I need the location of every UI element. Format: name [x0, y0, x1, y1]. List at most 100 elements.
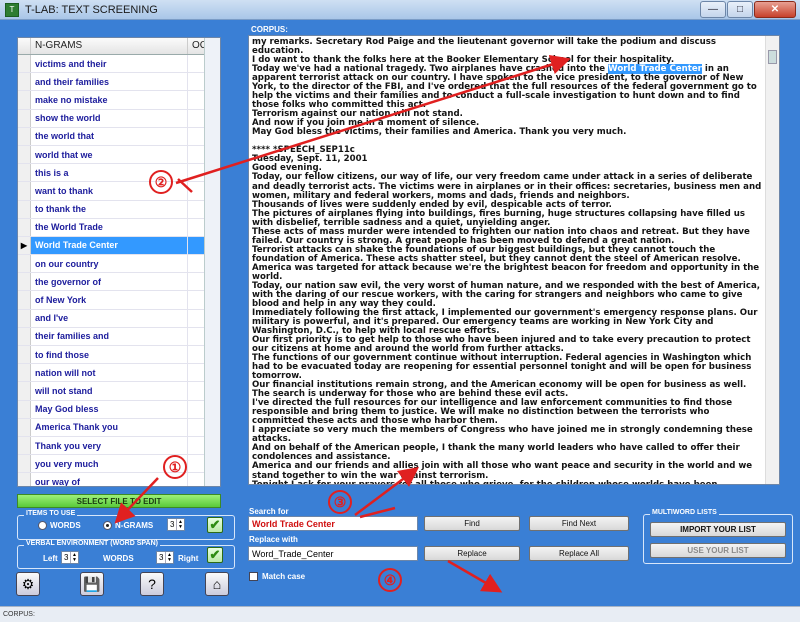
- right-span-spinner[interactable]: 3 ▲ ▼: [156, 551, 174, 564]
- grid-scrollbar[interactable]: [204, 38, 220, 486]
- close-icon[interactable]: ✕: [754, 1, 796, 18]
- ngram-cell[interactable]: make no mistake: [31, 91, 188, 109]
- save-disk-icon[interactable]: 💾: [80, 572, 104, 596]
- table-row[interactable]: the World Trade5: [18, 218, 220, 237]
- table-row[interactable]: of New York6: [18, 291, 220, 310]
- table-row[interactable]: and their families4: [18, 73, 220, 92]
- replace-all-button[interactable]: Replace All: [529, 546, 629, 561]
- table-row[interactable]: America Thank you6: [18, 418, 220, 437]
- help-icon[interactable]: ?: [140, 572, 164, 596]
- ngram-cell[interactable]: and I've: [31, 309, 188, 327]
- ngram-cell[interactable]: to thank the: [31, 200, 188, 218]
- replace-button[interactable]: Replace: [424, 546, 520, 561]
- table-row[interactable]: on our country3: [18, 255, 220, 274]
- apply-items-check-icon[interactable]: ✔: [207, 517, 223, 533]
- ngrams-grid[interactable]: N-GRAMS OCC victims and their3and their …: [17, 37, 221, 487]
- ngram-size-spinner[interactable]: 3 ▲ ▼: [167, 518, 185, 531]
- table-row[interactable]: world that we3: [18, 145, 220, 165]
- spinner-arrows-icon[interactable]: ▲ ▼: [176, 519, 184, 530]
- row-header[interactable]: [18, 164, 31, 182]
- row-header[interactable]: [18, 382, 31, 400]
- row-header[interactable]: [18, 291, 31, 309]
- apply-span-check-icon[interactable]: ✔: [207, 547, 223, 563]
- row-header[interactable]: [18, 109, 31, 127]
- ngram-cell[interactable]: on our country: [31, 255, 188, 273]
- row-header[interactable]: [18, 73, 31, 91]
- table-row[interactable]: want to thank38: [18, 182, 220, 201]
- replace-input[interactable]: Word_Trade_Center: [248, 546, 418, 561]
- corpus-textbox[interactable]: my remarks. Secretary Rod Paige and the …: [248, 35, 780, 485]
- corpus-text[interactable]: my remarks. Secretary Rod Paige and the …: [252, 37, 762, 484]
- table-row[interactable]: and I've3: [18, 309, 220, 328]
- ngram-cell[interactable]: of New York: [31, 291, 188, 309]
- ngram-cell[interactable]: America Thank you: [31, 418, 188, 436]
- table-row[interactable]: victims and their3: [18, 55, 220, 74]
- maximize-icon[interactable]: □: [727, 1, 753, 18]
- select-file-button[interactable]: SELECT FILE TO EDIT: [17, 494, 221, 508]
- ngram-cell[interactable]: World Trade Center: [31, 236, 188, 255]
- checkbox-icon[interactable]: [249, 572, 258, 581]
- ngram-cell[interactable]: nation will not: [31, 364, 188, 382]
- home-icon[interactable]: ⌂: [205, 572, 229, 596]
- minimize-icon[interactable]: —: [700, 1, 726, 18]
- ngram-cell[interactable]: Thank you very: [31, 436, 188, 455]
- table-row[interactable]: our way of4: [18, 473, 220, 486]
- settings-tools-icon[interactable]: ⚙: [16, 572, 40, 596]
- table-row[interactable]: the governor of5: [18, 273, 220, 292]
- table-row[interactable]: nation will not4: [18, 364, 220, 383]
- row-header[interactable]: [18, 218, 31, 236]
- row-header[interactable]: [18, 309, 31, 327]
- corpus-scroll-thumb[interactable]: [768, 50, 777, 64]
- use-list-button[interactable]: USE YOUR LIST: [650, 543, 786, 558]
- search-input[interactable]: World Trade Center: [248, 516, 418, 531]
- find-next-button[interactable]: Find Next: [529, 516, 629, 531]
- ngram-cell[interactable]: victims and their: [31, 55, 188, 73]
- column-ngrams[interactable]: N-GRAMS: [31, 38, 188, 54]
- ngram-cell[interactable]: the governor of: [31, 273, 188, 291]
- spinner-arrows-icon[interactable]: ▲ ▼: [165, 552, 173, 563]
- spinner-arrows-icon[interactable]: ▲ ▼: [70, 552, 78, 563]
- row-header[interactable]: [18, 182, 31, 200]
- row-header[interactable]: [18, 418, 31, 436]
- row-header[interactable]: [18, 346, 31, 364]
- row-header[interactable]: [18, 55, 31, 73]
- row-header[interactable]: [18, 145, 31, 164]
- row-header[interactable]: [18, 327, 31, 345]
- row-header[interactable]: [18, 255, 31, 273]
- table-row[interactable]: will not stand3: [18, 382, 220, 401]
- ngram-cell[interactable]: the world that: [31, 127, 188, 145]
- ngrams-radio[interactable]: N-GRAMS: [103, 521, 153, 530]
- table-row[interactable]: to thank the14: [18, 200, 220, 219]
- table-row[interactable]: this is a6: [18, 164, 220, 183]
- ngram-cell[interactable]: to find those: [31, 346, 188, 364]
- left-span-spinner[interactable]: 3 ▲ ▼: [61, 551, 79, 564]
- row-pointer-icon[interactable]: ▶: [18, 236, 31, 255]
- row-header[interactable]: [18, 91, 31, 109]
- ngram-cell[interactable]: their families and: [31, 327, 188, 345]
- row-header[interactable]: [18, 273, 31, 291]
- row-header[interactable]: [18, 455, 31, 473]
- import-list-button[interactable]: IMPORT YOUR LIST: [650, 522, 786, 537]
- ngram-cell[interactable]: May God bless: [31, 400, 188, 418]
- ngram-cell[interactable]: world that we: [31, 145, 188, 164]
- table-row[interactable]: make no mistake6: [18, 91, 220, 110]
- find-button[interactable]: Find: [424, 516, 520, 531]
- match-case-checkbox[interactable]: Match case: [249, 572, 305, 581]
- table-row[interactable]: to find those5: [18, 346, 220, 365]
- ngram-cell[interactable]: show the world: [31, 109, 188, 127]
- ngram-cell[interactable]: and their families: [31, 73, 188, 91]
- ngram-cell[interactable]: the World Trade: [31, 218, 188, 236]
- table-row[interactable]: the world that7: [18, 127, 220, 146]
- ngram-cell[interactable]: our way of: [31, 473, 188, 486]
- table-row[interactable]: May God bless6: [18, 400, 220, 419]
- ngram-cell[interactable]: will not stand: [31, 382, 188, 400]
- row-header[interactable]: [18, 127, 31, 145]
- table-row[interactable]: you very much9: [18, 455, 220, 474]
- row-header[interactable]: [18, 364, 31, 382]
- row-header[interactable]: [18, 473, 31, 486]
- corpus-scrollbar[interactable]: [765, 36, 779, 484]
- row-header[interactable]: [18, 200, 31, 218]
- words-radio[interactable]: WORDS: [38, 521, 81, 530]
- table-row[interactable]: ▶World Trade Center6: [18, 236, 220, 256]
- table-row[interactable]: their families and3: [18, 327, 220, 346]
